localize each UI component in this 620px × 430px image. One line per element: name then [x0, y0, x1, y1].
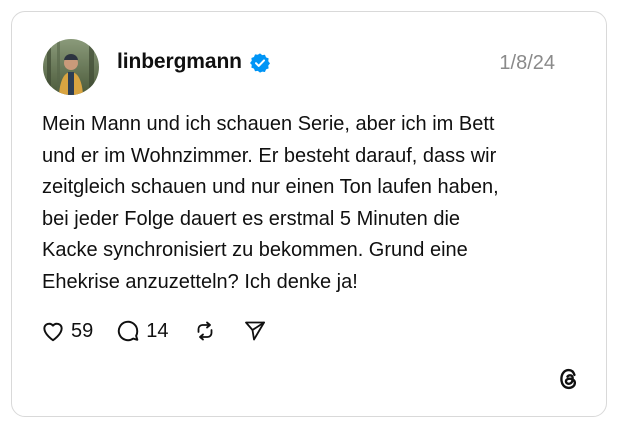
share-button[interactable]	[243, 319, 267, 343]
repost-icon	[193, 319, 217, 343]
repost-button[interactable]	[193, 319, 217, 343]
avatar[interactable]	[43, 39, 99, 95]
like-count: 59	[71, 319, 94, 342]
verified-badge-icon	[249, 52, 271, 74]
like-button[interactable]: 59	[40, 318, 93, 344]
threads-logo-icon	[556, 366, 582, 392]
post-date: 1/8/24	[499, 52, 555, 74]
heart-icon	[40, 318, 66, 344]
send-icon	[243, 319, 267, 343]
comment-icon	[115, 318, 141, 344]
post-card: linbergmann 1/8/24 Mein Mann und ich sch…	[11, 11, 607, 417]
reply-button[interactable]: 14	[115, 318, 169, 344]
post-text: Mein Mann und ich schauen Serie, aber ic…	[42, 113, 499, 293]
action-bar: 59 14	[40, 316, 267, 346]
reply-count: 14	[146, 319, 169, 342]
username[interactable]: linbergmann	[117, 50, 242, 74]
